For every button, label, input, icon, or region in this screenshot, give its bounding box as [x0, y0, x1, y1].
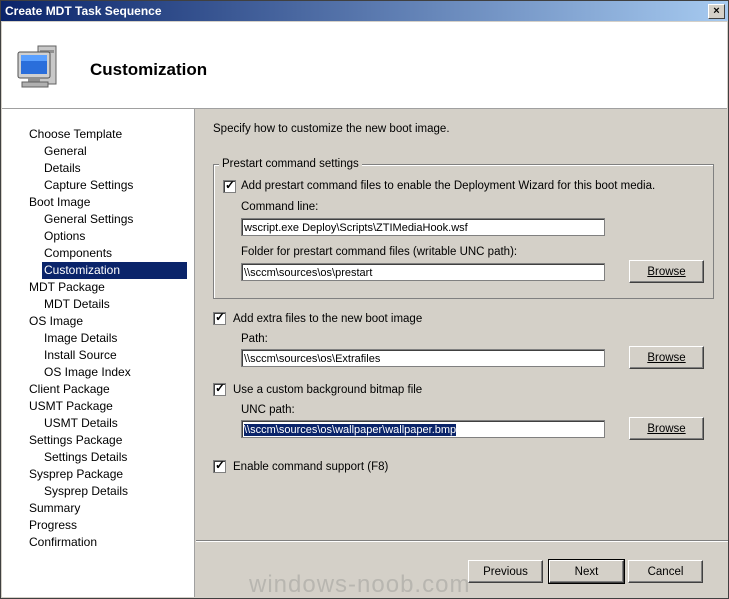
background-checkbox[interactable] — [213, 381, 226, 396]
nav-item-sysprep-package[interactable]: Sysprep Package — [29, 466, 123, 483]
cancel-label: Cancel — [647, 566, 684, 578]
wizard-header: Customization — [2, 22, 727, 109]
nav-item-summary[interactable]: Summary — [29, 500, 80, 517]
nav-item-customization[interactable]: Customization — [42, 262, 187, 279]
nav-item-os-image-index[interactable]: OS Image Index — [44, 364, 131, 381]
nav-item-client-package[interactable]: Client Package — [29, 381, 110, 398]
nav-item-capture-settings[interactable]: Capture Settings — [44, 177, 133, 194]
nav-item-general-settings[interactable]: General Settings — [44, 211, 133, 228]
nav-item-confirmation[interactable]: Confirmation — [29, 534, 97, 551]
command-support-checkbox[interactable] — [213, 458, 226, 473]
nav-item-settings-package[interactable]: Settings Package — [29, 432, 122, 449]
extra-browse-label: Browse — [647, 352, 686, 364]
wizard-nav: Choose Template General Details Capture Set… — [2, 109, 195, 597]
title-bar: Create MDT Task Sequence × — [1, 1, 728, 21]
unc-path-field[interactable]: \\sccm\sources\os\wallpaper\wallpaper.bm… — [241, 420, 605, 438]
command-line-field[interactable]: wscript.exe Deploy\Scripts\ZTIMediaHook.… — [241, 218, 605, 236]
nav-item-boot-image[interactable]: Boot Image — [29, 194, 90, 211]
unc-path-value: \\sccm\sources\os\wallpaper\wallpaper.bm… — [244, 424, 457, 436]
previous-label: Previous — [483, 566, 528, 578]
prestart-checkbox-label: Add prestart command files to enable the… — [241, 180, 656, 192]
command-support-label: Enable command support (F8) — [233, 461, 389, 473]
nav-item-install-source[interactable]: Install Source — [44, 347, 117, 364]
window-title: Create MDT Task Sequence — [5, 4, 162, 18]
nav-item-mdt-package[interactable]: MDT Package — [29, 279, 105, 296]
nav-item-image-details[interactable]: Image Details — [44, 330, 117, 347]
background-label: Use a custom background bitmap file — [233, 384, 423, 396]
watermark: windows-noob.com — [249, 571, 471, 598]
extra-files-label: Add extra files to the new boot image — [233, 313, 423, 325]
wizard-window: Create MDT Task Sequence × Customization… — [0, 0, 729, 599]
nav-item-details[interactable]: Details — [44, 160, 81, 177]
command-line-label: Command line: — [241, 201, 319, 213]
extra-browse-button[interactable]: Browse — [629, 346, 704, 369]
previous-button[interactable]: Previous — [468, 560, 543, 583]
nav-item-usmt-details[interactable]: USMT Details — [44, 415, 118, 432]
intro-text: Specify how to customize the new boot im… — [213, 123, 450, 135]
nav-item-mdt-details[interactable]: MDT Details — [44, 296, 110, 313]
nav-item-sysprep-details[interactable]: Sysprep Details — [44, 483, 128, 500]
footer-divider — [196, 540, 728, 542]
background-browse-button[interactable]: Browse — [629, 417, 704, 440]
extra-path-field[interactable]: \\sccm\sources\os\Extrafiles — [241, 349, 605, 367]
next-label: Next — [574, 566, 599, 578]
nav-item-choose-template[interactable]: Choose Template — [29, 126, 122, 143]
prestart-browse-label: Browse — [647, 266, 686, 278]
prestart-checkbox[interactable] — [223, 178, 236, 193]
background-browse-label: Browse — [647, 423, 686, 435]
nav-item-options[interactable]: Options — [44, 228, 85, 245]
unc-path-label: UNC path: — [241, 404, 295, 416]
nav-item-progress[interactable]: Progress — [29, 517, 77, 534]
extra-path-label: Path: — [241, 333, 268, 345]
prestart-browse-button[interactable]: Browse — [629, 260, 704, 283]
nav-item-components[interactable]: Components — [44, 245, 112, 262]
nav-item-general[interactable]: General — [44, 143, 87, 160]
close-button[interactable]: × — [708, 4, 725, 19]
extra-files-checkbox[interactable] — [213, 310, 226, 325]
main-content: Specify how to customize the new boot im… — [196, 109, 728, 539]
prestart-group-title: Prestart command settings — [219, 158, 362, 170]
prestart-folder-label: Folder for prestart command files (writa… — [241, 246, 518, 258]
prestart-folder-field[interactable]: \\sccm\sources\os\prestart — [241, 263, 605, 281]
nav-item-settings-details[interactable]: Settings Details — [44, 449, 127, 466]
next-button[interactable]: Next — [548, 559, 625, 584]
nav-item-os-image[interactable]: OS Image — [29, 313, 83, 330]
cancel-button[interactable]: Cancel — [628, 560, 703, 583]
computer-monitor-icon — [17, 45, 57, 88]
nav-item-usmt-package[interactable]: USMT Package — [29, 398, 113, 415]
page-title: Customization — [90, 60, 208, 79]
